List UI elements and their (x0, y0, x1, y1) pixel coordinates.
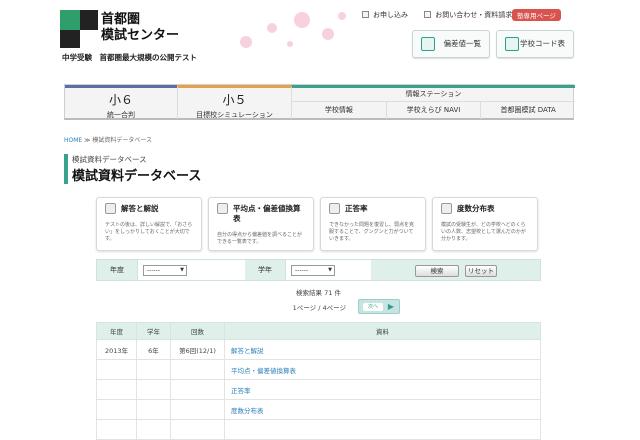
row-round: 第6回(12/1) (170, 339, 225, 360)
table-row: 正答率 (96, 379, 541, 400)
apply-link[interactable]: お申し込み (362, 11, 408, 19)
grade-label: 学年 (258, 266, 272, 274)
table-row: 2013年 6年 第6回(12/1) 解答と解説 (96, 339, 541, 360)
title-accent-bar (64, 154, 68, 184)
search-button[interactable]: 検索 (415, 265, 459, 277)
page-subtitle: 模試資料データベース (72, 155, 147, 164)
material-link-correct-rate[interactable]: 正答率 (224, 379, 541, 400)
site-header: 首都圏 模試センター 中学受験 首都圏最大規模の公開テスト お申し込み お問い合… (0, 0, 640, 80)
info-station-heading[interactable]: 情報ステーション (292, 88, 575, 102)
nav-school-info[interactable]: 学校情報 (292, 102, 386, 119)
pencil-icon (105, 203, 116, 214)
breadcrumb-home[interactable]: HOME (64, 137, 82, 144)
pencil-icon (441, 203, 452, 214)
cherry-blossom-decoration (240, 12, 346, 48)
table-header-row: 年度 学年 回数 資料 (96, 322, 541, 340)
card-answers[interactable]: 解答と解説 テストの後は、詳しい解説で、「おさらい」をしっかりしておくことが大切… (96, 197, 202, 251)
year-label: 年度 (110, 266, 124, 274)
chevron-down-icon: ▼ (180, 267, 184, 273)
page-indicator: 1ページ / 4ページ (292, 304, 346, 312)
search-filter-bar: 年度 ------ ▼ 学年 ------ ▼ 検索 リセット (96, 259, 541, 281)
main-navigation: 小６ 統一合判 小５ 目標校シミュレーション 情報ステーション 学校情報 学校え… (64, 84, 575, 120)
chevron-down-icon: ▼ (328, 267, 332, 273)
contact-link[interactable]: お問い合わせ・資料請求 (424, 11, 512, 19)
material-link-answers[interactable]: 解答と解説 (224, 339, 541, 360)
pencil-icon (329, 203, 340, 214)
site-tagline: 中学受験 首都圏最大規模の公開テスト (62, 53, 197, 62)
page-title: 模試資料データベース (72, 169, 202, 184)
card-correct-rate[interactable]: 正答率 できなかった問題を復習し、弱点を克服することで、グングンと力がついていき… (320, 197, 426, 251)
list-icon (421, 37, 435, 51)
site-logo-text[interactable]: 首都圏 模試センター (101, 12, 179, 44)
site-logo[interactable] (60, 10, 98, 48)
deviation-list-button[interactable]: 偏差値一覧 (412, 30, 490, 58)
card-average[interactable]: 平均点・偏差値換算表 自分の得点から偏差値を調べることができる一覧表です。 (208, 197, 314, 251)
results-table: 年度 学年 回数 資料 2013年 6年 第6回(12/1) 解答と解説 平均点… (96, 322, 541, 440)
result-count: 検索結果 71 件 (296, 289, 341, 297)
play-arrow-icon: ▶ (387, 302, 394, 311)
arrow-icon (362, 11, 369, 18)
nav-school-navi[interactable]: 学校えらび NAVI (385, 102, 481, 119)
row-grade: 6年 (136, 339, 171, 360)
material-cards: 解答と解説 テストの後は、詳しい解説で、「おさらい」をしっかりしておくことが大切… (96, 197, 541, 251)
row-year: 2013年 (96, 339, 137, 360)
school-code-button[interactable]: 学校コード表 (496, 30, 574, 58)
year-select[interactable]: ------ ▼ (143, 265, 187, 276)
card-distribution[interactable]: 度数分布表 模試の受験生が、どの学校へどのくらいの人数、志望校として選んだのかが… (432, 197, 538, 251)
breadcrumb: HOME ≫ 模試資料データベース (64, 137, 153, 144)
building-icon (505, 37, 519, 51)
nav-moshi-data[interactable]: 首都圏模試 DATA (480, 102, 575, 119)
member-page-button[interactable]: 塾専用ページ (512, 9, 561, 21)
table-row: 平均点・偏差値換算表 (96, 359, 541, 380)
material-link-average[interactable]: 平均点・偏差値換算表 (224, 359, 541, 380)
table-row: 度数分布表 (96, 399, 541, 420)
header-utility-links: お申し込み お問い合わせ・資料請求 (362, 10, 526, 20)
breadcrumb-current: 模試資料データベース (92, 137, 153, 144)
material-link-distribution[interactable]: 度数分布表 (224, 399, 541, 420)
mail-icon (424, 11, 432, 18)
grade-select[interactable]: ------ ▼ (291, 265, 335, 276)
nav-info-station: 情報ステーション 学校情報 学校えらび NAVI 首都圏模試 DATA (291, 85, 575, 119)
nav-grade6[interactable]: 小６ 統一合判 (65, 85, 177, 119)
pencil-icon (217, 203, 228, 214)
next-page-button[interactable]: 次へ ▶ (358, 299, 400, 314)
table-row (96, 419, 541, 440)
nav-grade5[interactable]: 小５ 目標校シミュレーション (177, 85, 291, 119)
reset-button[interactable]: リセット (465, 265, 497, 277)
